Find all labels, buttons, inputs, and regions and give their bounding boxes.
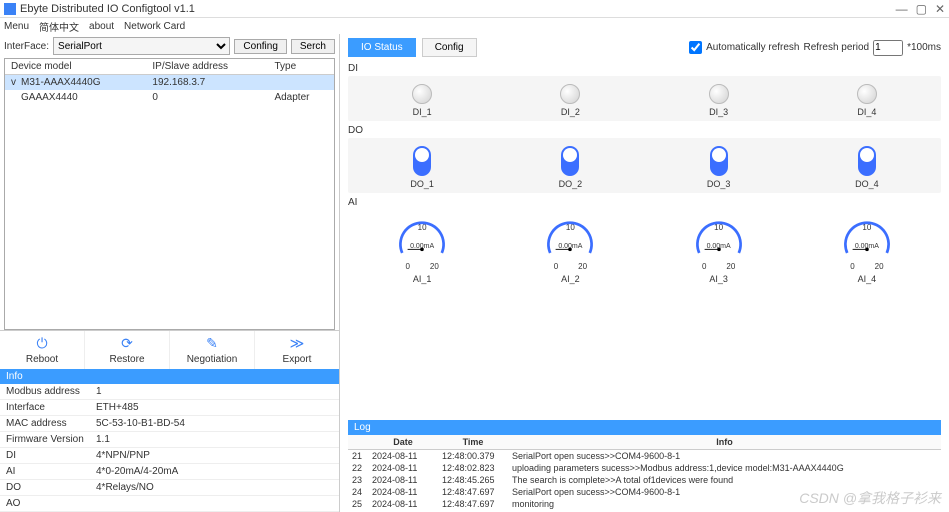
menu-item[interactable]: about (89, 21, 114, 32)
table-row[interactable]: vM31-AAAX4440G192.168.3.7 (5, 75, 334, 91)
app-title: Ebyte Distributed IO Configtool v1.1 (20, 3, 195, 15)
log-row: 252024-08-1112:48:47.697monitoring (348, 498, 941, 510)
table-row[interactable]: GAAAX44400Adapter (5, 90, 334, 105)
di-label: DI (348, 63, 941, 74)
info-row: DI4*NPN/PNP (0, 448, 339, 464)
info-row: Firmware Version1.1 (0, 432, 339, 448)
auto-refresh-checkbox[interactable] (689, 41, 702, 54)
di-indicator: DI_2 (560, 84, 580, 117)
do-switch[interactable]: DO_2 (559, 146, 583, 189)
restore-button[interactable]: ⟳Restore (85, 331, 170, 369)
menu-item[interactable]: Network Card (124, 21, 185, 32)
ai-gauge: 0.00mA0 2010AI_2 (543, 218, 597, 284)
col-model: Device model (5, 59, 146, 75)
edit-icon: ✎ (170, 335, 254, 352)
info-row: InterfaceETH+485 (0, 400, 339, 416)
do-switch[interactable]: DO_4 (855, 146, 879, 189)
col-type: Type (268, 59, 334, 75)
menu-item[interactable]: Menu (4, 21, 29, 32)
power-icon: ⏻ (0, 335, 84, 352)
app-icon (4, 3, 16, 15)
interface-select[interactable]: SerialPort (53, 37, 230, 55)
menubar: Menu 简体中文 about Network Card (0, 18, 949, 34)
info-row: AO (0, 496, 339, 512)
do-switch[interactable]: DO_3 (707, 146, 731, 189)
period-label: Refresh period (804, 42, 870, 53)
tab-io-status[interactable]: IO Status (348, 38, 416, 57)
col-addr: IP/Slave address (146, 59, 268, 75)
info-table: Modbus address1InterfaceETH+485MAC addre… (0, 384, 339, 512)
di-indicator: DI_3 (709, 84, 729, 117)
do-label: DO (348, 125, 941, 136)
negotiation-button[interactable]: ✎Negotiation (170, 331, 255, 369)
close-icon[interactable]: ✕ (935, 2, 945, 16)
info-row: AI4*0-20mA/4-20mA (0, 464, 339, 480)
maximize-icon[interactable]: ▢ (916, 2, 927, 16)
log-header: Log (348, 420, 941, 435)
di-indicator: DI_4 (857, 84, 877, 117)
device-table: Device model IP/Slave address Type vM31-… (4, 58, 335, 330)
menu-item[interactable]: 简体中文 (39, 19, 79, 34)
info-header: Info (0, 369, 339, 384)
serch-button[interactable]: Serch (291, 39, 335, 54)
refresh-icon: ⟳ (85, 335, 169, 352)
period-suffix: *100ms (907, 42, 941, 53)
reboot-button[interactable]: ⏻Reboot (0, 331, 85, 369)
log-row: 212024-08-1112:48:00.379SerialPort open … (348, 450, 941, 463)
log-row: 222024-08-1112:48:02.823uploading parame… (348, 462, 941, 474)
tab-config[interactable]: Config (422, 38, 477, 57)
auto-refresh-label: Automatically refresh (706, 42, 799, 53)
log-row: 232024-08-1112:48:45.265The search is co… (348, 474, 941, 486)
di-indicator: DI_1 (412, 84, 432, 117)
col-time: Time (438, 435, 508, 450)
ai-gauge: 0.00mA0 2010AI_3 (692, 218, 746, 284)
col-info: Info (508, 435, 941, 450)
period-input[interactable] (873, 40, 903, 56)
info-row: MAC address5C-53-10-B1-BD-54 (0, 416, 339, 432)
export-button[interactable]: ≫Export (255, 331, 339, 369)
info-row: Modbus address1 (0, 384, 339, 400)
info-row: DO4*Relays/NO (0, 480, 339, 496)
minimize-icon[interactable]: — (896, 2, 908, 16)
interface-label: InterFace: (4, 41, 49, 52)
ai-gauge: 0.00mA0 2010AI_1 (395, 218, 449, 284)
export-icon: ≫ (255, 335, 339, 352)
titlebar: Ebyte Distributed IO Configtool v1.1 — ▢… (0, 0, 949, 18)
col-date: Date (368, 435, 438, 450)
ai-gauge: 0.00mA0 2010AI_4 (840, 218, 894, 284)
action-bar: ⏻Reboot ⟳Restore ✎Negotiation ≫Export (0, 330, 339, 369)
log-table: Date Time Info 212024-08-1112:48:00.379S… (348, 435, 941, 510)
ai-label: AI (348, 197, 941, 208)
confing-button[interactable]: Confing (234, 39, 286, 54)
do-switch[interactable]: DO_1 (410, 146, 434, 189)
log-row: 242024-08-1112:48:47.697SerialPort open … (348, 486, 941, 498)
